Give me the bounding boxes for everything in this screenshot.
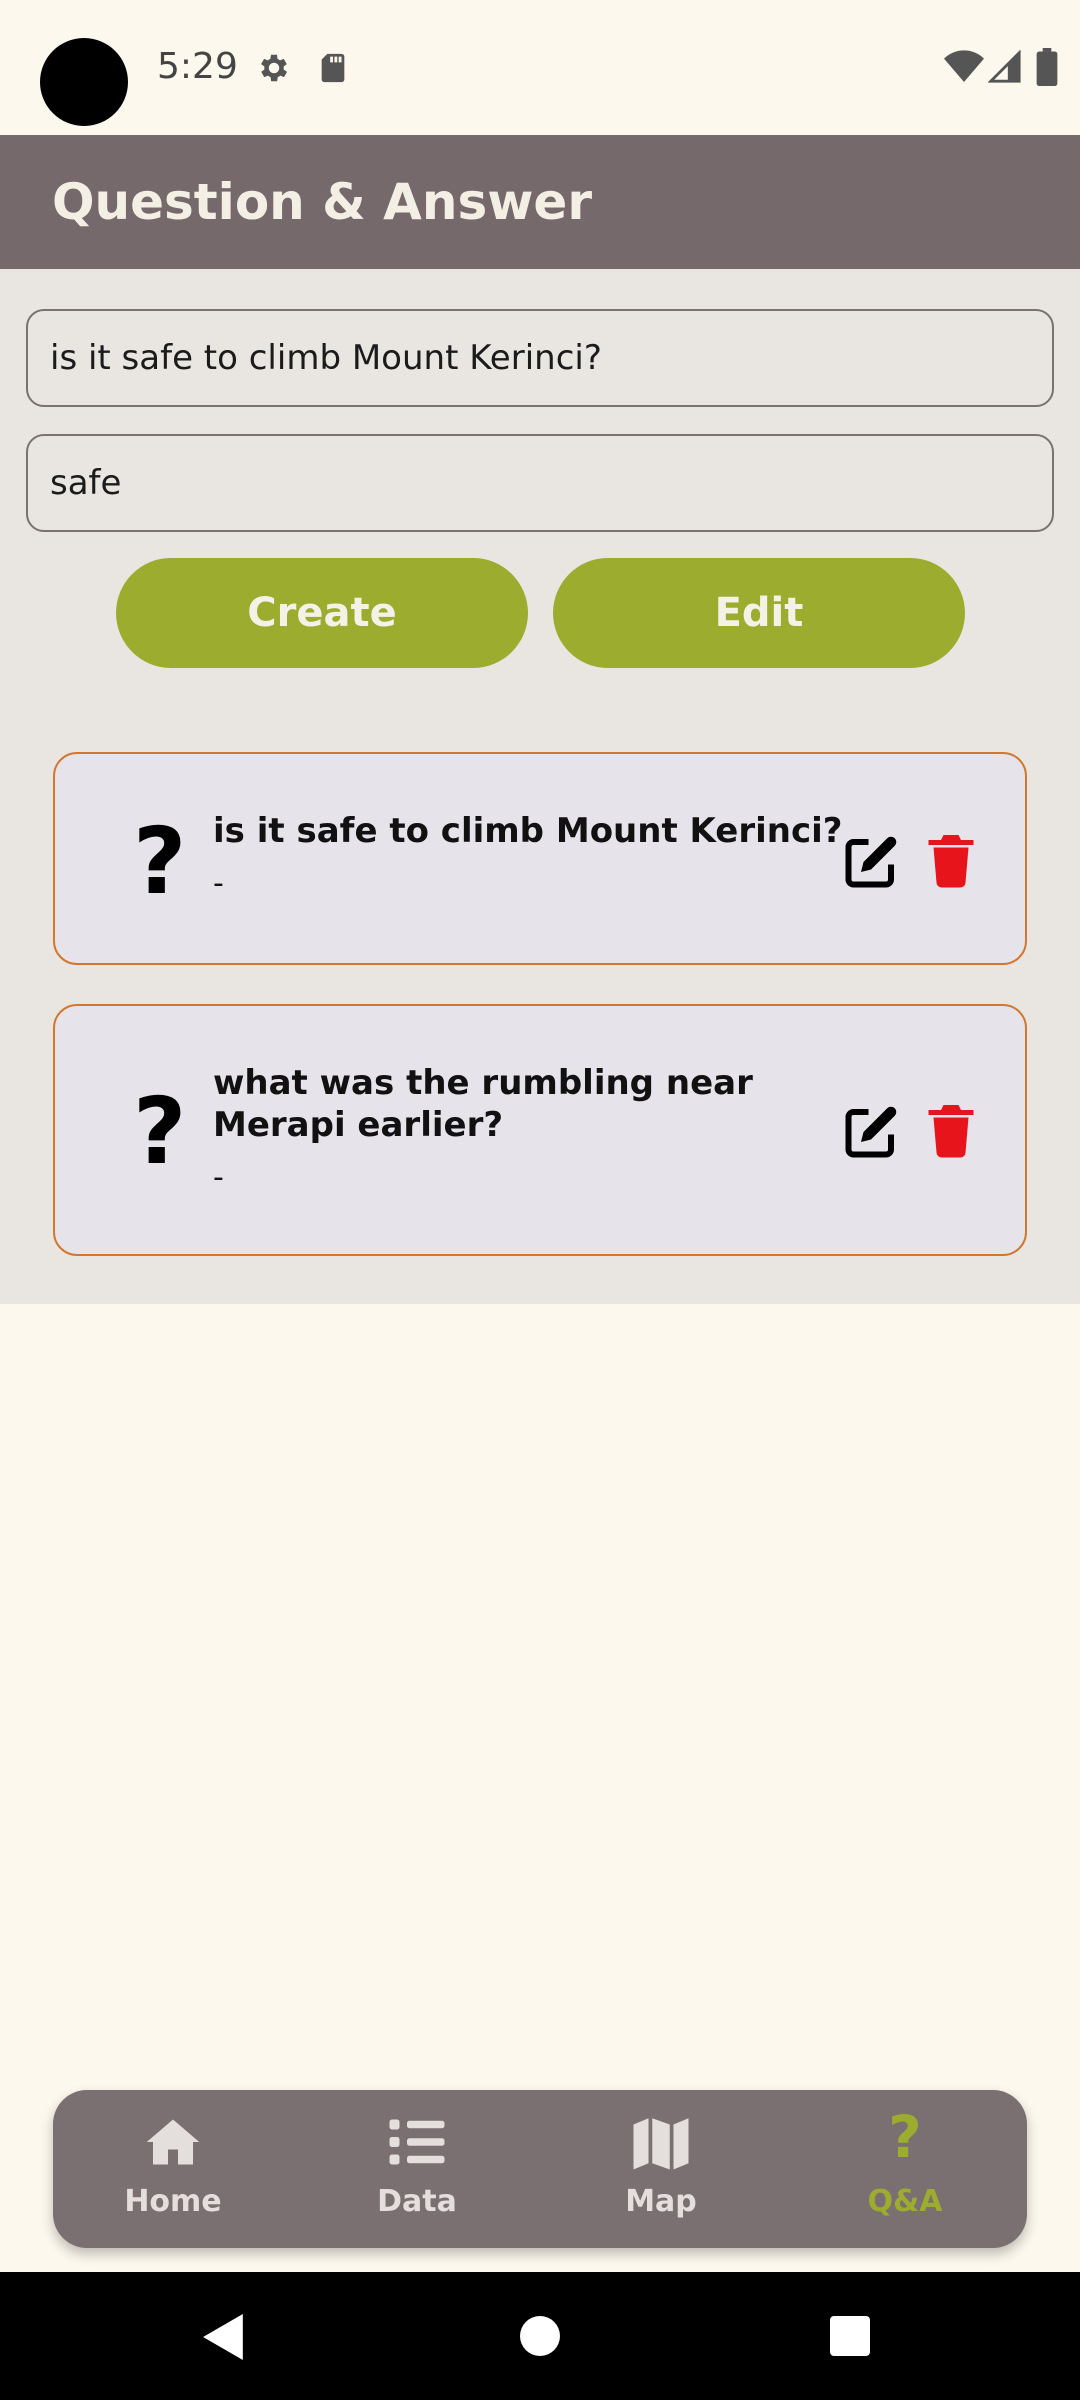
settings-icon [261, 54, 288, 82]
status-bar: 5:29 [0, 0, 1080, 135]
app-bar: Question & Answer [0, 135, 1080, 269]
sd-card-icon [321, 53, 345, 83]
front-camera [40, 38, 128, 126]
page-title: Question & Answer [52, 173, 592, 231]
question-mark-icon: ? [133, 1078, 187, 1185]
status-time: 5:29 [157, 46, 238, 87]
cell-signal-icon [988, 50, 1021, 83]
battery-icon [1036, 48, 1058, 86]
card-question: is it safe to climb Mount Kerinci? [213, 811, 843, 851]
qa-card[interactable]: ? what was the rumbling near Merapi earl… [53, 1004, 1027, 1256]
edit-button[interactable]: Edit [553, 558, 965, 668]
card-answer: - [213, 866, 224, 901]
nav-item-home[interactable]: Home [83, 2090, 263, 2248]
nav-label: Home [124, 2184, 222, 2219]
nav-label: Q&A [867, 2184, 943, 2219]
delete-icon[interactable] [921, 1100, 981, 1160]
home-icon [146, 2119, 200, 2165]
qa-content: is it safe to climb Mount Kerinci? safe … [0, 269, 1080, 1304]
wifi-icon [944, 50, 984, 82]
bottom-nav: Home Data Map ? Q&A [53, 2090, 1027, 2248]
nav-label: Map [625, 2184, 697, 2219]
question-icon: ? [888, 2103, 922, 2171]
answer-input-value: safe [50, 463, 122, 503]
nav-item-qa[interactable]: ? Q&A [815, 2090, 995, 2248]
edit-icon[interactable] [841, 1102, 901, 1162]
nav-label: Data [377, 2184, 457, 2219]
recents-icon[interactable] [830, 2316, 870, 2356]
system-nav-bar [0, 2272, 1080, 2400]
nav-item-map[interactable]: Map [571, 2090, 751, 2248]
question-mark-icon: ? [133, 808, 187, 915]
delete-icon[interactable] [921, 830, 981, 890]
answer-input[interactable]: safe [26, 434, 1054, 532]
card-question: what was the rumbling near Merapi earlie… [213, 1063, 753, 1145]
map-icon [633, 2118, 689, 2170]
home-circle-icon[interactable] [520, 2316, 560, 2356]
question-input[interactable]: is it safe to climb Mount Kerinci? [26, 309, 1054, 407]
question-input-value: is it safe to climb Mount Kerinci? [50, 338, 602, 378]
card-answer: - [213, 1160, 224, 1195]
create-button[interactable]: Create [116, 558, 528, 668]
back-icon[interactable] [202, 2314, 246, 2360]
nav-item-data[interactable]: Data [327, 2090, 507, 2248]
qa-card[interactable]: ? is it safe to climb Mount Kerinci? - [53, 752, 1027, 965]
edit-icon[interactable] [841, 832, 901, 892]
list-icon [389, 2119, 445, 2165]
